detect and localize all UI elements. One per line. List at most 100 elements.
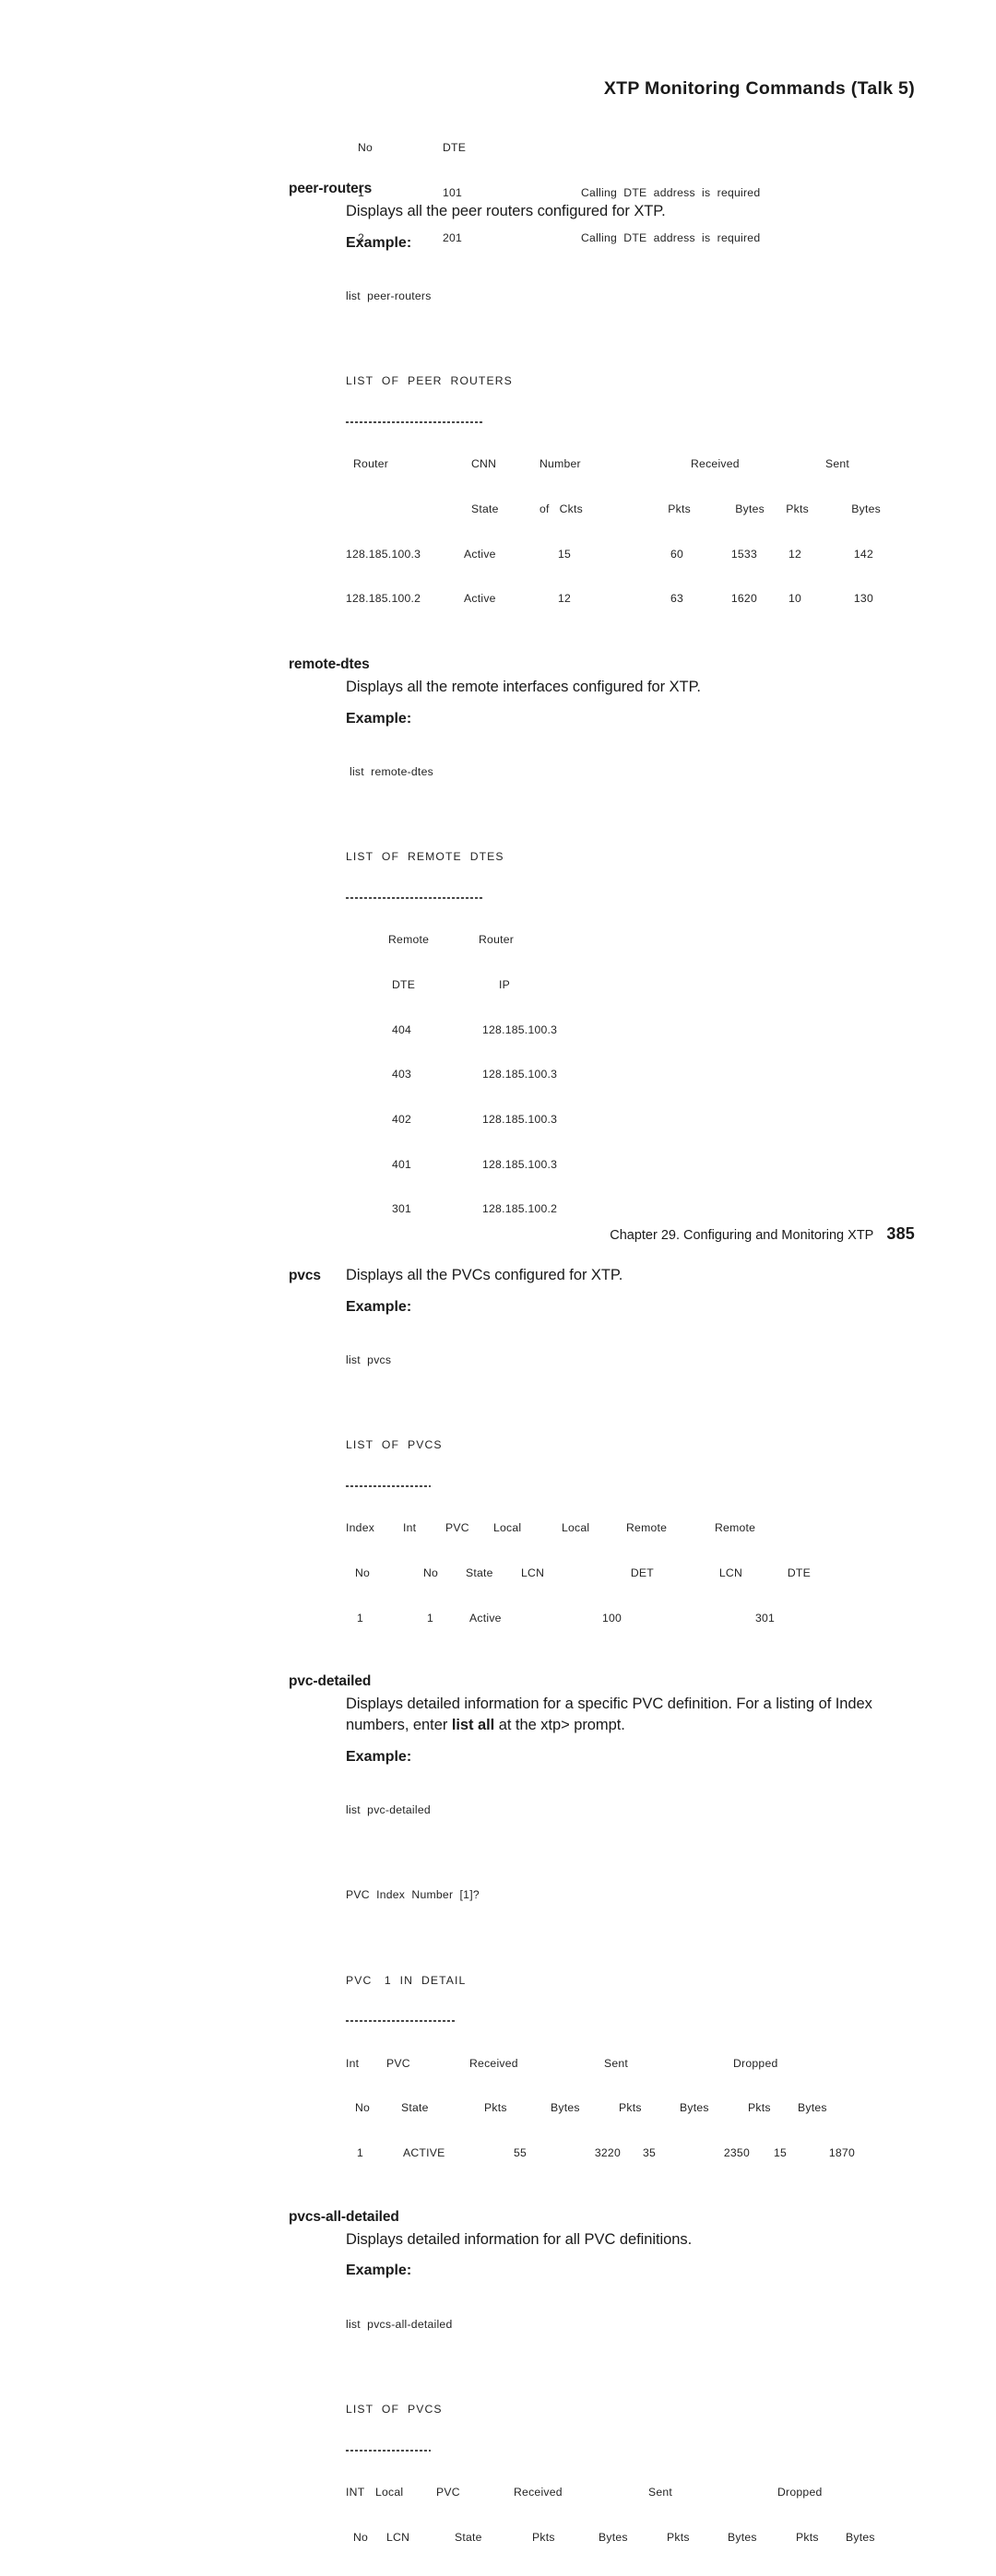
entry-pvcs: pvcs Displays all the PVCs configured fo… [289, 1265, 934, 1655]
cell-dte: 401 [392, 1157, 412, 1171]
col-no-subheader: No [355, 1566, 371, 1580]
entry-peer-routers: peer-routers Displays all the peer route… [289, 181, 934, 636]
example-heading: Example: [346, 1748, 412, 1765]
cell-sent-pkts: 10 [788, 592, 801, 606]
col-received-header: Received [469, 2056, 518, 2070]
col-pvc-header: PVC [386, 2056, 410, 2070]
table-header-row: Router CNN Number Received Sent [346, 456, 934, 471]
col-rcv-bytes-subheader: Bytes [551, 2101, 580, 2115]
cell-sent-bytes: 130 [853, 592, 873, 606]
command-line: list pvcs [346, 1353, 392, 1367]
col-ip-subheader: IP [499, 978, 511, 992]
cell-ckts: 15 [558, 547, 572, 561]
cell-sent-pkts: 35 [663, 2574, 698, 2576]
cell-rcv-pkts: 60 [670, 547, 683, 561]
col-remote-header: Remote [388, 933, 430, 947]
page-title: XTP Monitoring Commands (Talk 5) [603, 78, 915, 99]
document-page: XTP Monitoring Commands (Talk 5) No DTE 1… [0, 0, 996, 2576]
cell-rcv-pkts: 55 [513, 2145, 527, 2159]
cell-ip: 128.185.100.3 [482, 1068, 558, 1081]
entry-pvc-detailed: pvc-detailed Displays detailed informati… [289, 1673, 934, 2190]
col-local-header: Local [375, 2485, 404, 2499]
col-pvc-header: PVC [445, 1521, 469, 1535]
table-subheader-row: No State Pkts Bytes Pkts Bytes Pkts Bytes [346, 2100, 934, 2115]
cell-dte: 301 [392, 1202, 412, 1216]
col-local-lcn-header: Local [493, 1521, 522, 1535]
cell-ip: 128.185.100.3 [482, 1022, 558, 1036]
table-row: 402 128.185.100.3 [350, 1112, 934, 1127]
col-int-header: INT [346, 2485, 365, 2499]
cell-router: 128.185.100.2 [346, 592, 421, 606]
col-dte-subheader: DTE [392, 978, 416, 992]
description-peer-routers: Displays all the peer routers configured… [346, 203, 666, 219]
cell-rcv-pkts: 63 [670, 592, 683, 606]
description-emphasis: list all [451, 1717, 495, 1734]
entry-remote-dtes: remote-dtes Displays all the remote inte… [289, 656, 934, 1247]
col-lcn-subheader: LCN [386, 2530, 410, 2544]
page-footer: Chapter 29. Configuring and Monitoring X… [610, 1224, 915, 1244]
listing-rule [346, 896, 484, 899]
table-subheader-row: No No State LCN DET LCN DTE [346, 1566, 934, 1580]
term-remote-dtes: remote-dtes [289, 656, 370, 673]
col-state-subheader: State [455, 2530, 482, 2544]
cell-dte: 402 [392, 1113, 412, 1127]
col-rcv-pkts-subheader: Pkts [484, 2101, 507, 2115]
table-row: 404 128.185.100.3 [350, 1022, 934, 1037]
listing-pvcs: list pvcs LIST OF PVCS Index Int PVC Local L… [346, 1323, 934, 1656]
col-number-header: Number [540, 457, 581, 471]
col-local-det-header: Local [562, 1521, 590, 1535]
cell-dte: 404 [392, 1022, 412, 1036]
listing-peer-routers: list peer-routers LIST OF PEER ROUTERS R… [346, 259, 934, 636]
command-line: list pvc-detailed [346, 1803, 431, 1817]
col-drop-pkts-subheader: Pkts [796, 2530, 819, 2544]
cell-state: Active [469, 1611, 502, 1625]
description-pvcs: Displays all the PVCs configured for XTP… [346, 1267, 623, 1283]
col-rcv-pkts-subheader: Pkts [668, 502, 691, 516]
cell-drop-pkts: 15 [773, 2145, 787, 2159]
command-line: list peer-routers [346, 290, 432, 303]
listing-title: LIST OF PEER ROUTERS [346, 374, 513, 388]
table-header-row: No DTE [358, 140, 760, 155]
col-det-subheader: DET [630, 1566, 654, 1580]
example-heading: Example: [346, 710, 412, 727]
table-row: 401 128.185.100.3 [350, 1157, 934, 1172]
col-int-header: Int [346, 2056, 360, 2070]
table-subheader-row: No LCN State Pkts Bytes Pkts Bytes Pkts Bytes [346, 2530, 934, 2545]
table-subheader-row: State of Ckts Pkts Bytes Pkts Bytes [346, 502, 934, 516]
description-part2: at the xtp> prompt. [494, 1717, 625, 1734]
col-cnn-header: CNN [471, 457, 497, 471]
description-pvc-detailed: Displays detailed information for a spec… [346, 1694, 934, 1736]
cell-state: Active [464, 547, 496, 561]
cell-router: 128.185.100.3 [346, 547, 421, 561]
cell-drop-bytes: 1870 [828, 2145, 855, 2159]
col-drop-bytes-subheader: Bytes [798, 2101, 827, 2115]
col-pvc-header: PVC [436, 2485, 460, 2499]
cell-rcv-bytes: 1620 [730, 592, 757, 606]
col-sent-pkts-subheader: Pkts [619, 2101, 642, 2115]
cell-ip: 128.185.100.2 [482, 1202, 558, 1216]
term-peer-routers: peer-routers [289, 181, 373, 196]
col-sent-bytes-subheader: Bytes [851, 502, 881, 516]
cell-drop-bytes: 1870 [829, 2574, 897, 2576]
col-received-header: Received [691, 457, 740, 471]
cell-int: 1 [427, 1611, 434, 1625]
listing-pvcs-all-detailed: list pvcs-all-detailed LIST OF PVCS INT L… [346, 2286, 934, 2576]
cell-state: ACTIVE [444, 2574, 528, 2576]
table-row: 403 128.185.100.3 [350, 1067, 934, 1081]
table-header-row: INT Local PVC Received Sent Dropped [346, 2485, 934, 2499]
col-intno-subheader: No [423, 1566, 439, 1580]
table-row: 128.185.100.3 Active 15 60 1533 12 142 [346, 547, 934, 561]
table-subheader-row: DTE IP [350, 977, 934, 992]
term-pvcs-all-detailed: pvcs-all-detailed [289, 2208, 399, 2225]
cell-sent-pkts: 35 [642, 2145, 656, 2159]
example-heading: Example: [346, 1298, 412, 1315]
listing-rule [346, 1484, 431, 1487]
col-router-header: Router [479, 933, 515, 947]
description-pvcs-all-detailed: Displays detailed information for all PV… [346, 2230, 693, 2248]
cell-rcv-pkts: 55 [528, 2574, 569, 2576]
cell-ckts: 12 [558, 592, 572, 606]
cell-det: 100 [602, 1611, 622, 1625]
